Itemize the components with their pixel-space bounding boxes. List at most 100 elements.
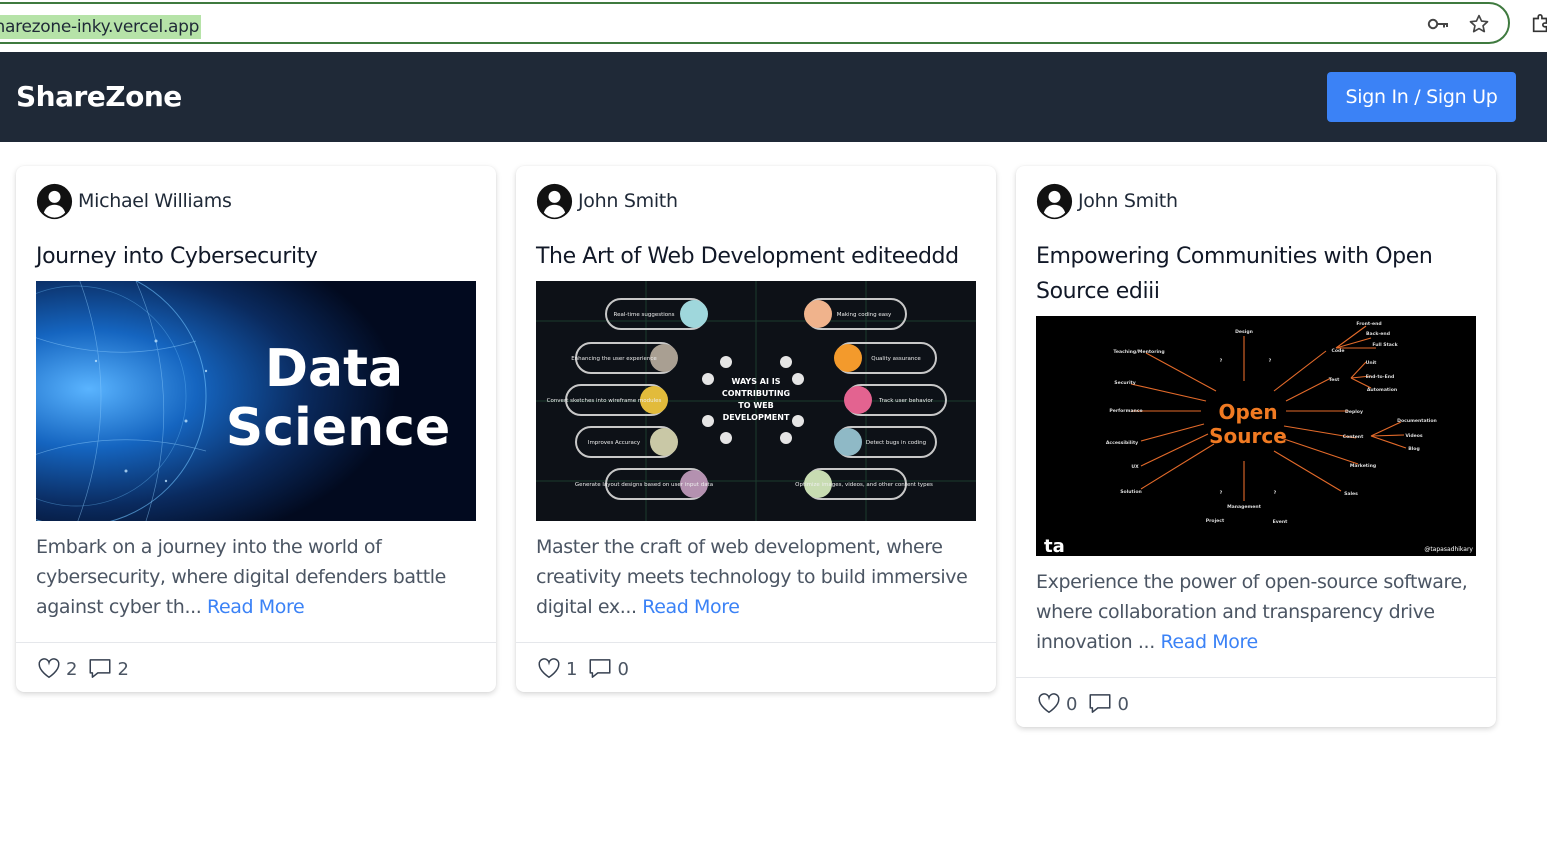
image-heading: Open <box>1218 400 1277 424</box>
star-icon[interactable] <box>1465 10 1493 38</box>
image-label: ? <box>1274 490 1277 496</box>
post-image[interactable]: Open Source Design Teaching/Mentoring Se… <box>1036 316 1476 556</box>
image-label: Generate layout designs based on user in… <box>575 482 713 488</box>
image-logo: ta <box>1044 536 1065 556</box>
image-label: Real-time suggestions <box>614 312 675 318</box>
image-headline: Science <box>226 398 450 458</box>
sign-in-button[interactable]: Sign In / Sign Up <box>1327 72 1516 122</box>
image-label: Quality assurance <box>871 356 921 362</box>
like-button[interactable]: 2 <box>36 655 77 681</box>
image-label: Performance <box>1109 408 1142 414</box>
image-label: Blog <box>1408 446 1420 452</box>
image-label: Management <box>1227 504 1262 510</box>
post-excerpt: Master the craft of web development, whe… <box>536 532 976 622</box>
browser-toolbar: sharezone-inky.vercel.app <box>0 0 1547 52</box>
post-card: Michael Williams Journey into Cybersecur… <box>16 166 496 692</box>
image-label: Full Stack <box>1372 342 1398 348</box>
image-label: Making coding easy <box>837 312 892 318</box>
like-button[interactable]: 0 <box>1036 690 1077 716</box>
image-heading: TO WEB <box>738 401 773 410</box>
image-label: UX <box>1131 464 1139 470</box>
comment-button[interactable]: 2 <box>87 655 129 681</box>
key-icon[interactable] <box>1424 10 1452 38</box>
image-heading: Source <box>1209 424 1287 448</box>
image-label: ? <box>1220 358 1223 364</box>
excerpt-text: Master the craft of web development, whe… <box>536 536 968 618</box>
post-footer: 2 2 <box>16 642 496 692</box>
image-heading: WAYS AI IS <box>732 377 781 386</box>
image-label: Videos <box>1405 433 1423 439</box>
image-label: End-to-End <box>1366 374 1395 380</box>
image-label: Improves Accuracy <box>588 440 641 446</box>
image-heading: DEVELOPMENT <box>723 413 790 422</box>
image-credit: @tapasadhikary <box>1424 546 1473 553</box>
post-excerpt: Experience the power of open-source soft… <box>1036 567 1476 657</box>
heart-icon <box>1038 692 1060 713</box>
comment-icon <box>89 658 111 678</box>
author-name[interactable]: Michael Williams <box>78 190 232 212</box>
image-label: Test <box>1329 377 1340 383</box>
image-label: Track user behavior <box>878 398 934 404</box>
image-label: Optimize images, videos, and other conte… <box>795 482 933 488</box>
image-label: Documentation <box>1397 418 1437 424</box>
like-count: 2 <box>66 658 78 680</box>
image-headline: Data <box>265 339 403 399</box>
image-label: Sales <box>1344 491 1358 497</box>
comment-icon <box>589 658 611 678</box>
read-more-link[interactable]: Read More <box>642 596 740 618</box>
extensions-icon[interactable] <box>1527 10 1547 38</box>
comment-count: 2 <box>117 658 129 680</box>
comment-icon <box>1089 693 1111 713</box>
author-row: John Smith <box>536 182 976 220</box>
user-avatar-icon <box>536 183 573 219</box>
image-label: ? <box>1220 490 1223 496</box>
like-button[interactable]: 1 <box>536 655 577 681</box>
post-footer: 0 0 <box>1016 677 1496 727</box>
image-label: Unit <box>1366 360 1378 366</box>
post-title[interactable]: Journey into Cybersecurity <box>36 239 476 274</box>
heart-icon <box>538 657 560 678</box>
address-bar[interactable]: sharezone-inky.vercel.app <box>0 2 1510 44</box>
image-label: Code <box>1332 348 1345 354</box>
image-label: Accessibility <box>1106 440 1138 446</box>
image-heading: CONTRIBUTING <box>722 389 790 398</box>
comment-count: 0 <box>1117 693 1129 715</box>
image-label: Event <box>1273 519 1289 525</box>
post-footer: 1 0 <box>516 642 996 692</box>
author-row: John Smith <box>1036 182 1476 220</box>
user-avatar-icon <box>1036 183 1073 219</box>
image-label: Enhancing the user experience <box>571 356 657 362</box>
post-image[interactable]: Data Science <box>36 281 476 521</box>
post-card: John Smith Empowering Communities with O… <box>1016 166 1496 727</box>
image-label: Front-end <box>1356 321 1381 327</box>
image-label: ? <box>1269 358 1272 364</box>
user-avatar-icon <box>36 183 73 219</box>
post-title[interactable]: Empowering Communities with Open Source … <box>1036 239 1476 309</box>
like-count: 0 <box>1066 693 1078 715</box>
image-label: Back-end <box>1366 331 1390 337</box>
comment-button[interactable]: 0 <box>1087 690 1129 716</box>
image-label: Solution <box>1120 489 1142 495</box>
comment-button[interactable]: 0 <box>587 655 629 681</box>
like-count: 1 <box>566 658 578 680</box>
image-label: Deploy <box>1345 409 1363 415</box>
author-name[interactable]: John Smith <box>578 190 678 212</box>
comment-count: 0 <box>617 658 629 680</box>
image-label: Teaching/Mentoring <box>1113 349 1164 355</box>
image-label: Detect bugs in coding <box>866 440 926 446</box>
author-row: Michael Williams <box>36 182 476 220</box>
read-more-link[interactable]: Read More <box>207 596 305 618</box>
image-label: Marketing <box>1350 463 1376 469</box>
post-title[interactable]: The Art of Web Development editeeddd <box>536 239 976 274</box>
image-label: Project <box>1206 518 1225 524</box>
brand-logo[interactable]: ShareZone <box>16 80 182 113</box>
post-excerpt: Embark on a journey into the world of cy… <box>36 532 476 622</box>
author-name[interactable]: John Smith <box>1078 190 1178 212</box>
image-label: Convert sketches into wireframe modules <box>547 398 662 404</box>
post-card: John Smith The Art of Web Development ed… <box>516 166 996 692</box>
post-image[interactable]: Real-time suggestions Enhancing the user… <box>536 281 976 521</box>
app-header: ShareZone Sign In / Sign Up <box>0 52 1547 142</box>
url-text[interactable]: sharezone-inky.vercel.app <box>0 15 202 39</box>
image-label: Content <box>1343 434 1364 440</box>
read-more-link[interactable]: Read More <box>1160 631 1258 653</box>
